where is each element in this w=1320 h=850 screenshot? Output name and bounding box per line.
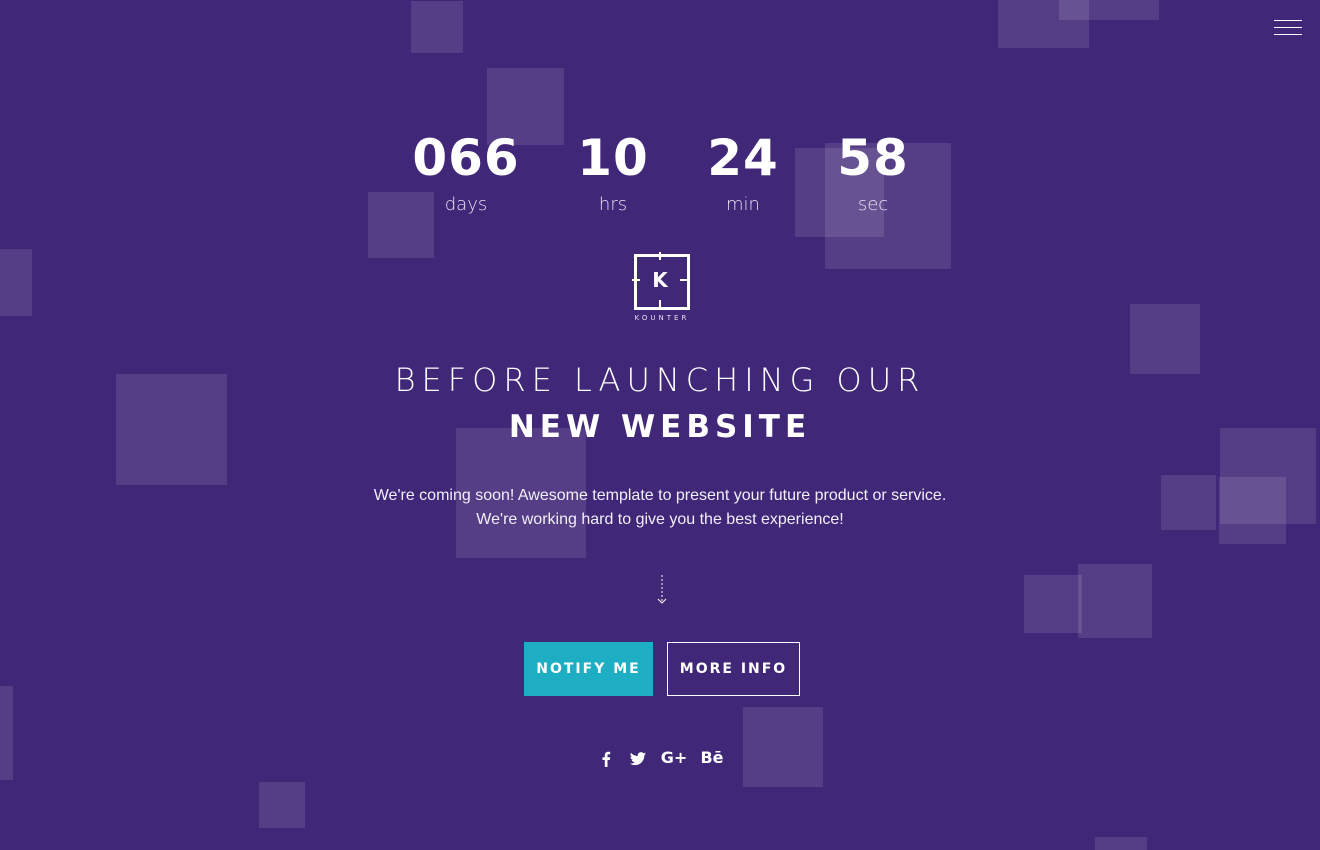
more-info-button[interactable]: MORE INFO (667, 642, 800, 696)
countdown-minutes: 24 min (673, 128, 813, 220)
description: We're coming soon! Awesome template to p… (0, 484, 1320, 532)
decor-square (259, 782, 305, 828)
countdown-minutes-value: 24 (707, 129, 779, 187)
social-links: G+ Bē (0, 744, 1320, 774)
headline-line-1: BEFORE LAUNCHING OUR (394, 361, 926, 399)
coming-soon-page: 066 days 10 hrs 24 min 58 sec K KOUNTER … (0, 0, 1320, 850)
countdown-days-label: days (444, 194, 488, 215)
menu-line (1274, 20, 1302, 21)
countdown-seconds: 58 sec (803, 128, 943, 220)
countdown-timer: 066 days 10 hrs 24 min 58 sec (0, 128, 1320, 228)
decor-square (1059, 0, 1159, 20)
countdown-days: 066 days (396, 128, 536, 220)
logo-name: KOUNTER (634, 314, 690, 322)
decor-square (0, 249, 32, 316)
twitter-icon[interactable] (628, 744, 648, 772)
arrow-down-icon[interactable] (655, 574, 669, 606)
countdown-minutes-label: min (726, 194, 760, 215)
countdown-days-value: 066 (412, 129, 520, 187)
decor-square (411, 1, 463, 53)
behance-icon[interactable]: Bē (699, 744, 725, 772)
notify-me-button[interactable]: NOTIFY ME (524, 642, 653, 696)
decor-square (1095, 837, 1147, 850)
facebook-icon[interactable] (597, 744, 615, 772)
countdown-seconds-value: 58 (837, 129, 909, 187)
countdown-seconds-label: sec (857, 194, 889, 215)
hamburger-menu-icon[interactable] (1274, 18, 1304, 38)
countdown-hours-label: hrs (598, 194, 628, 215)
description-line-1: We're coming soon! Awesome template to p… (373, 487, 947, 504)
menu-line (1274, 27, 1302, 28)
decor-square (1078, 564, 1152, 638)
google-plus-icon[interactable]: G+ (660, 744, 688, 772)
menu-line (1274, 34, 1302, 35)
countdown-hours-value: 10 (577, 129, 649, 187)
kounter-logo: K KOUNTER (632, 252, 692, 324)
description-line-2: We're working hard to give you the best … (476, 511, 844, 528)
countdown-hours: 10 hrs (543, 128, 683, 220)
decor-square (1024, 575, 1082, 633)
logo-letter: K (652, 268, 668, 292)
headline-line-2: NEW WEBSITE (508, 409, 812, 445)
